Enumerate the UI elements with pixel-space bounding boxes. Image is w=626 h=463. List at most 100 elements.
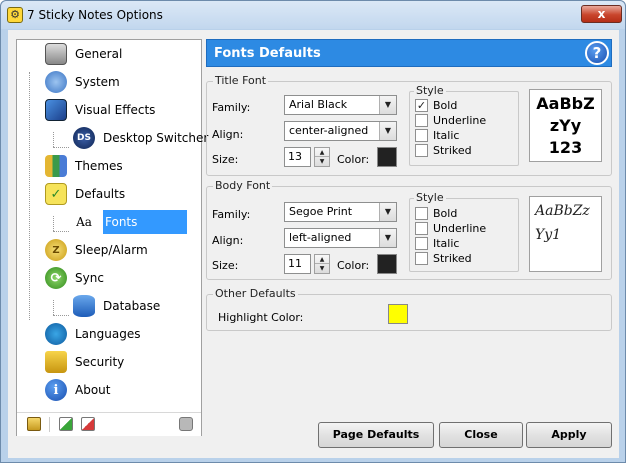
- checkbox-box: ✓: [415, 99, 428, 112]
- nav-item-themes[interactable]: Themes: [45, 154, 123, 178]
- nav-item-sync[interactable]: ⟳ Sync: [45, 266, 104, 290]
- title-size-label: Size:: [212, 153, 239, 166]
- title-color-label: Color:: [337, 153, 370, 166]
- stepper-down-icon[interactable]: ▼: [315, 264, 329, 273]
- power-icon[interactable]: [179, 417, 193, 431]
- nav-label: Languages: [75, 327, 141, 341]
- import-icon[interactable]: [59, 417, 73, 431]
- body-color-label: Color:: [337, 259, 370, 272]
- body-font-preview: AaBbZz Yy1: [529, 196, 602, 272]
- body-align-select[interactable]: left-aligned ▼: [284, 228, 397, 248]
- checkbox-label: Italic: [433, 237, 460, 250]
- page-defaults-button[interactable]: Page Defaults: [318, 422, 434, 448]
- title-family-value: Arial Black: [289, 98, 348, 111]
- nav-label: Fonts: [103, 210, 188, 234]
- window-close-button[interactable]: x: [581, 5, 622, 23]
- body-font-legend: Body Font: [213, 179, 273, 192]
- chevron-down-icon: ▼: [379, 229, 396, 247]
- title-bold-checkbox[interactable]: ✓ Bold: [415, 99, 457, 112]
- title-striked-checkbox[interactable]: Striked: [415, 144, 472, 157]
- phone-icon: [45, 43, 67, 65]
- alarm-clock-icon: Z: [45, 239, 67, 261]
- apply-button[interactable]: Apply: [526, 422, 612, 448]
- nav-item-database[interactable]: Database: [73, 294, 160, 318]
- nav-item-defaults[interactable]: ✓ Defaults: [45, 182, 125, 206]
- panel-title: Fonts Defaults: [214, 46, 321, 61]
- nav-label: Sync: [75, 271, 104, 285]
- nav-item-visual-effects[interactable]: Visual Effects: [45, 98, 155, 122]
- body-align-value: left-aligned: [289, 231, 352, 244]
- checkbox-label: Italic: [433, 129, 460, 142]
- checkbox-label: Underline: [433, 222, 487, 235]
- title-bar[interactable]: ⚙ 7 Sticky Notes Options x: [1, 1, 625, 29]
- tree-line: [53, 231, 69, 232]
- info-icon: i: [45, 379, 67, 401]
- title-font-preview: AaBbZ zYy 123: [529, 89, 602, 162]
- nav-item-about[interactable]: i About: [45, 378, 110, 402]
- highlight-color-swatch[interactable]: [388, 304, 408, 324]
- body-striked-checkbox[interactable]: Striked: [415, 252, 472, 265]
- nav-toolbar: [17, 412, 201, 436]
- nav-item-languages[interactable]: Languages: [45, 322, 140, 346]
- chevron-down-icon: ▼: [379, 96, 396, 114]
- nav-item-fonts[interactable]: Aa Fonts: [73, 210, 188, 234]
- tree-line: [29, 72, 30, 320]
- title-color-swatch[interactable]: [377, 147, 397, 167]
- title-font-legend: Title Font: [213, 74, 269, 87]
- sticky-note-check-icon: ✓: [45, 183, 67, 205]
- highlight-color-label: Highlight Color:: [218, 311, 304, 324]
- body-underline-checkbox[interactable]: Underline: [415, 222, 486, 235]
- tree-line: [53, 300, 54, 315]
- nav-item-system[interactable]: System: [45, 70, 120, 94]
- stepper-up-icon[interactable]: ▲: [315, 148, 329, 157]
- body-size-input[interactable]: 11: [284, 254, 311, 274]
- body-italic-checkbox[interactable]: Italic: [415, 237, 459, 250]
- body-bold-checkbox[interactable]: Bold: [415, 207, 457, 220]
- nav-item-general[interactable]: General: [45, 42, 122, 66]
- nav-item-security[interactable]: Security: [45, 350, 124, 374]
- stepper-down-icon[interactable]: ▼: [315, 157, 329, 166]
- checkbox-label: Bold: [433, 207, 458, 220]
- close-button[interactable]: Close: [439, 422, 523, 448]
- export-icon[interactable]: [81, 417, 95, 431]
- checkbox-box: [415, 207, 428, 220]
- body-size-stepper[interactable]: ▲ ▼: [314, 254, 330, 274]
- nav-item-sleep-alarm[interactable]: Z Sleep/Alarm: [45, 238, 148, 262]
- font-icon: Aa: [73, 211, 95, 233]
- nav-label: Defaults: [75, 187, 126, 201]
- body-color-swatch[interactable]: [377, 254, 397, 274]
- stepper-up-icon[interactable]: ▲: [315, 255, 329, 264]
- nav-label: Security: [75, 355, 125, 369]
- preview-line: zYy: [549, 116, 582, 135]
- padlock-icon: [45, 351, 67, 373]
- body-family-select[interactable]: Segoe Print ▼: [284, 202, 397, 222]
- checkbox-label: Bold: [433, 99, 458, 112]
- help-icon[interactable]: ?: [585, 41, 609, 65]
- title-underline-checkbox[interactable]: Underline: [415, 114, 486, 127]
- chevron-down-icon: ▼: [379, 122, 396, 140]
- other-defaults-group: Other Defaults Highlight Color:: [206, 287, 612, 331]
- open-folder-icon[interactable]: [27, 417, 41, 431]
- nav-label: About: [75, 383, 111, 397]
- tree-line: [53, 216, 54, 231]
- title-size-input[interactable]: 13: [284, 147, 311, 167]
- nav-label: Themes: [75, 159, 123, 173]
- title-align-label: Align:: [212, 128, 244, 141]
- checkbox-box: [415, 114, 428, 127]
- desktop-switcher-icon: DS: [73, 127, 95, 149]
- sync-arrows-icon: ⟳: [45, 267, 67, 289]
- nav-label: Visual Effects: [75, 103, 156, 117]
- title-family-select[interactable]: Arial Black ▼: [284, 95, 397, 115]
- title-italic-checkbox[interactable]: Italic: [415, 129, 459, 142]
- tree-line: [53, 315, 69, 316]
- title-style-legend: Style: [414, 84, 446, 97]
- nav-item-desktop-switcher[interactable]: DS Desktop Switcher: [73, 126, 208, 150]
- app-gear-icon[interactable]: ⚙: [7, 7, 23, 23]
- toolbar-separator: [49, 417, 50, 432]
- title-align-select[interactable]: center-aligned ▼: [284, 121, 397, 141]
- title-size-stepper[interactable]: ▲ ▼: [314, 147, 330, 167]
- preview-line: Yy1: [535, 227, 562, 243]
- settings-nav-tree: General System Visual Effects DS Desktop…: [16, 39, 208, 436]
- body-font-group: Body Font Family: Segoe Print ▼ Align: l…: [206, 179, 612, 280]
- title-align-value: center-aligned: [289, 124, 369, 137]
